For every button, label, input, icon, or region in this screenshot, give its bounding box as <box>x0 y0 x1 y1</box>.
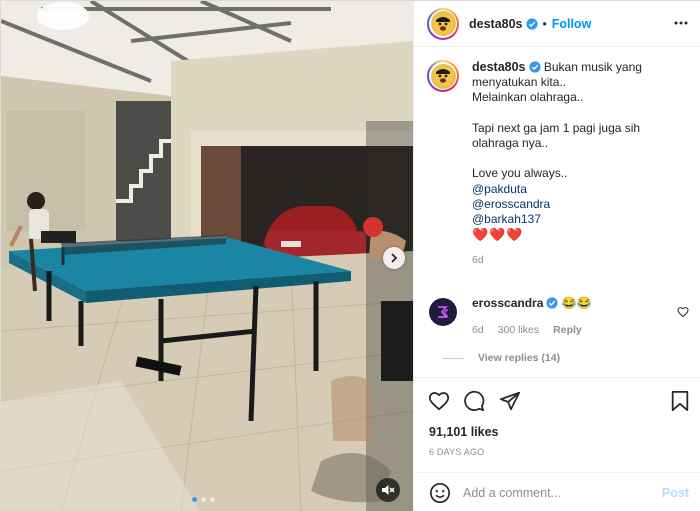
mention-link[interactable]: @pakduta <box>472 182 689 197</box>
likes-count[interactable]: 91,101 likes <box>429 425 499 439</box>
caption-line: olahraga nya.. <box>472 136 549 150</box>
commenter-logo <box>438 306 449 318</box>
reply-button[interactable]: Reply <box>553 324 582 336</box>
mention-link[interactable]: @barkah137 <box>472 212 689 227</box>
avatar[interactable] <box>427 7 459 40</box>
carousel-next-button[interactable] <box>383 247 405 269</box>
post-username[interactable]: desta80s <box>469 17 523 31</box>
follow-button[interactable]: Follow <box>552 17 592 31</box>
add-comment-bar: Post <box>414 472 700 511</box>
audio-muted-icon <box>382 485 395 495</box>
more-options-icon[interactable] <box>673 15 689 31</box>
separator: • <box>542 16 547 31</box>
divider <box>442 357 464 359</box>
verified-badge-icon <box>546 297 558 309</box>
share-icon[interactable] <box>499 390 521 412</box>
view-replies-label: View replies (14) <box>478 352 561 364</box>
comment-text: 😂😂 <box>561 296 592 310</box>
hearts-emoji: ❤️❤️❤️ <box>472 227 524 243</box>
video-frame <box>1 1 413 511</box>
chevron-right-icon <box>391 253 398 263</box>
caption-line: Tapi next ga jam 1 pagi juga sih <box>472 120 641 135</box>
post-comment-button[interactable]: Post <box>662 486 689 500</box>
bookmark-icon[interactable] <box>670 390 690 412</box>
carousel-dot <box>201 497 206 502</box>
caption-time[interactable]: 6d <box>472 253 689 268</box>
caption-username[interactable]: desta80s <box>472 60 526 74</box>
emoji-icon[interactable] <box>429 482 451 504</box>
comment-likes[interactable]: 300 likes <box>498 324 539 336</box>
action-bar <box>414 377 700 421</box>
caption-line: Melainkan olahraga.. <box>472 90 584 105</box>
post-media[interactable] <box>1 1 413 511</box>
comment-username[interactable]: erosscandra <box>472 296 543 310</box>
post-dialog: desta80s • Follow desta80s Bukan musik y… <box>0 0 700 511</box>
caption-line: Bukan musik yang <box>543 60 642 74</box>
carousel-dots <box>192 497 215 502</box>
comments-area[interactable]: desta80s Bukan musik yang menyatukan kit… <box>414 47 700 377</box>
comment-time[interactable]: 6d <box>472 324 484 336</box>
avatar[interactable] <box>427 60 459 92</box>
caption-line <box>472 106 689 121</box>
verified-badge-icon <box>525 17 538 30</box>
caption-line <box>472 151 689 166</box>
post-sidebar: desta80s • Follow desta80s Bukan musik y… <box>413 1 700 511</box>
comment-input[interactable] <box>463 485 649 500</box>
caption-line: Love you always.. <box>472 166 568 181</box>
mute-button[interactable] <box>376 478 400 502</box>
post-caption: desta80s Bukan musik yang menyatukan kit… <box>427 60 689 268</box>
comment-icon[interactable] <box>463 390 485 412</box>
post-header: desta80s • Follow <box>414 1 700 47</box>
heart-outline-icon[interactable] <box>428 390 450 412</box>
mention-link[interactable]: @erosscandra <box>472 197 689 212</box>
profile-photo <box>430 11 456 36</box>
avatar[interactable] <box>429 298 457 326</box>
verified-badge-icon <box>528 61 541 73</box>
heart-outline-icon[interactable] <box>677 306 689 318</box>
carousel-dot <box>210 497 215 502</box>
profile-photo <box>430 63 456 89</box>
comment-item: erosscandra 😂😂 6d 300 likes Reply View r… <box>427 296 689 364</box>
carousel-dot <box>192 497 197 502</box>
view-replies-button[interactable]: View replies (14) <box>442 352 689 364</box>
caption-line: menyatukan kita.. <box>472 75 567 90</box>
post-date[interactable]: 6 DAYS AGO <box>429 447 484 457</box>
